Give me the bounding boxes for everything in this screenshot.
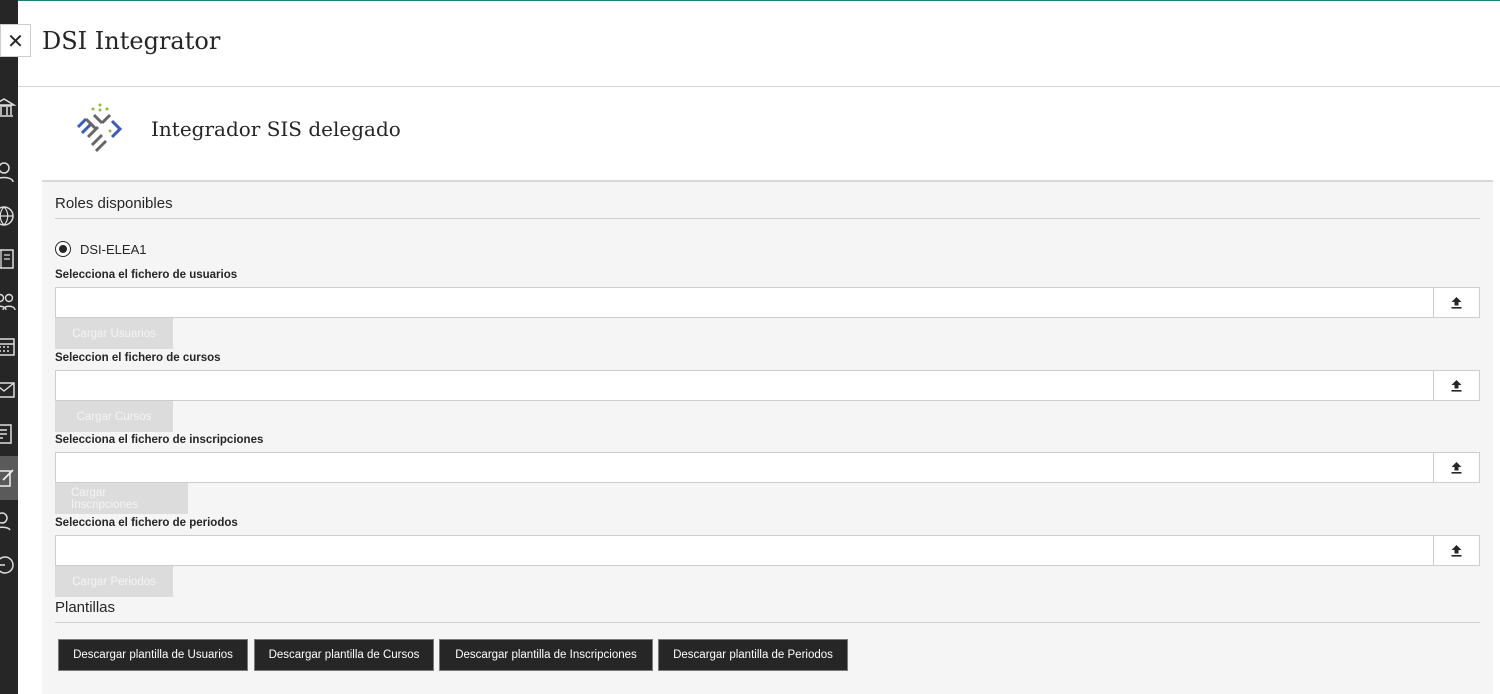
panel-title: DSI Integrator xyxy=(42,27,221,55)
role-radio-label: DSI-ELEA1 xyxy=(80,241,147,257)
courses-upload-button[interactable] xyxy=(1433,371,1479,400)
header-divider xyxy=(18,86,1500,87)
profile-icon[interactable] xyxy=(0,509,17,535)
enrollments-upload-button[interactable] xyxy=(1433,453,1479,482)
tool-title: Integrador SIS delegado xyxy=(151,117,401,141)
logout-icon[interactable] xyxy=(0,552,17,578)
integrator-form-panel: Roles disponibles DSI-ELEA1 Selecciona e… xyxy=(42,180,1493,694)
courses-file-input[interactable] xyxy=(56,371,1433,400)
roles-section-divider xyxy=(55,218,1480,219)
upload-icon xyxy=(1451,545,1462,557)
tools-icon[interactable] xyxy=(0,465,17,491)
load-courses-button[interactable]: Cargar Cursos xyxy=(55,401,173,432)
top-accent-line xyxy=(18,0,1500,1)
periods-file-field xyxy=(55,535,1480,566)
periods-file-label: Selecciona el fichero de periodos xyxy=(55,517,238,529)
download-periods-template-button[interactable]: Descargar plantilla de Periodos xyxy=(658,639,848,671)
download-enrollments-template-button[interactable]: Descargar plantilla de Inscripciones xyxy=(439,639,653,671)
calendar-icon[interactable] xyxy=(0,333,17,359)
periods-upload-button[interactable] xyxy=(1433,536,1479,565)
close-icon: ✕ xyxy=(7,28,24,53)
download-users-template-button[interactable]: Descargar plantilla de Usuarios xyxy=(58,639,248,671)
load-enrollments-button[interactable]: Cargar Inscripciones xyxy=(55,483,188,514)
upload-icon xyxy=(1451,297,1462,309)
left-nav-strip xyxy=(0,0,18,694)
role-radio[interactable] xyxy=(55,241,71,257)
roles-section-title: Roles disponibles xyxy=(55,195,173,212)
groups-icon[interactable] xyxy=(0,289,17,315)
templates-section-divider xyxy=(55,622,1480,623)
integrator-logo-icon xyxy=(72,101,126,155)
messages-icon[interactable] xyxy=(0,377,17,403)
load-users-button[interactable]: Cargar Usuarios xyxy=(55,318,173,349)
download-courses-template-button[interactable]: Descargar plantilla de Cursos xyxy=(254,639,434,671)
upload-icon xyxy=(1451,462,1462,474)
role-option[interactable]: DSI-ELEA1 xyxy=(55,241,146,257)
close-button[interactable]: ✕ xyxy=(0,24,31,57)
enrollments-file-label: Selecciona el fichero de inscripciones xyxy=(55,434,264,446)
users-file-input[interactable] xyxy=(56,288,1433,317)
users-file-field xyxy=(55,287,1480,318)
courses-icon[interactable] xyxy=(0,246,17,272)
users-upload-button[interactable] xyxy=(1433,288,1479,317)
enrollments-file-field xyxy=(55,452,1480,483)
periods-file-input[interactable] xyxy=(56,536,1433,565)
enrollments-file-input[interactable] xyxy=(56,453,1433,482)
users-file-label: Selecciona el fichero de usuarios xyxy=(55,269,238,281)
templates-section-title: Plantillas xyxy=(55,599,116,616)
upload-icon xyxy=(1451,380,1462,392)
radio-selected-dot xyxy=(59,245,67,253)
institution-icon[interactable] xyxy=(0,95,17,121)
globe-icon[interactable] xyxy=(0,203,17,229)
courses-file-field xyxy=(55,370,1480,401)
user-icon[interactable] xyxy=(0,159,17,185)
courses-file-label: Seleccion el fichero de cursos xyxy=(55,352,221,364)
grades-icon[interactable] xyxy=(0,421,17,447)
load-periods-button[interactable]: Cargar Periodos xyxy=(55,566,173,597)
